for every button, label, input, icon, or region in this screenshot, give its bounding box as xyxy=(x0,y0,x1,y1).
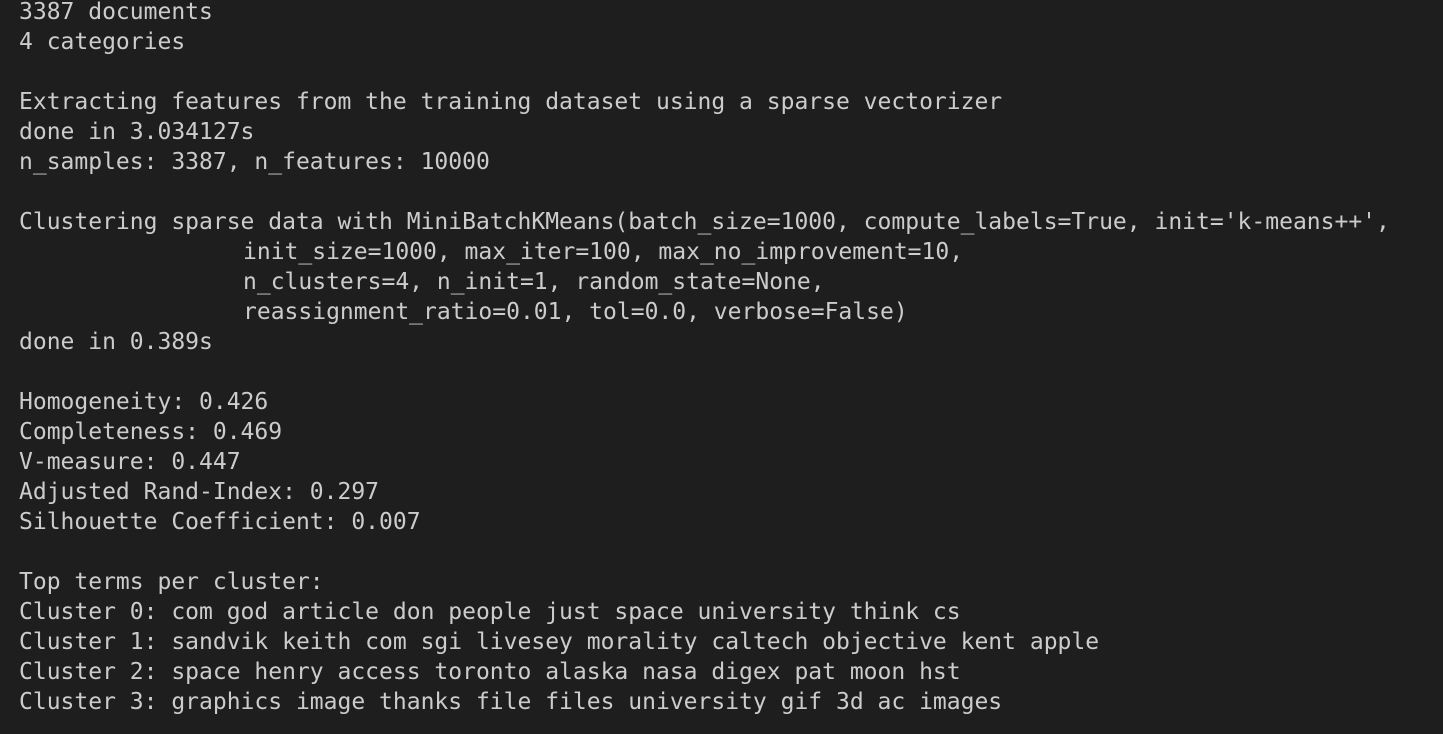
cluster-2-terms: Cluster 2: space henry access toronto al… xyxy=(19,659,961,685)
output-line-category-count: 4 categories xyxy=(19,29,186,55)
output-line-extracting-features: Extracting features from the training da… xyxy=(19,89,1003,115)
output-line-extract-timing: done in 3.034127s xyxy=(19,119,255,145)
output-line-clustering-model: Clustering sparse data with MiniBatchKMe… xyxy=(19,209,1390,235)
cluster-1-terms: Cluster 1: sandvik keith com sgi livesey… xyxy=(19,629,1100,655)
output-line-model-params: reassignment_ratio=0.01, tol=0.0, verbos… xyxy=(243,299,908,325)
metric-completeness: Completeness: 0.469 xyxy=(19,419,283,445)
console-output: 3387 documents 4 categories Extracting f… xyxy=(19,0,1443,717)
output-line-cluster-timing: done in 0.389s xyxy=(19,329,213,355)
output-line-blank xyxy=(19,57,1443,87)
output-line-blank xyxy=(19,177,1443,207)
output-line-blank xyxy=(19,537,1443,567)
output-line-top-terms-header: Top terms per cluster: xyxy=(19,569,324,595)
output-line-document-count: 3387 documents xyxy=(19,0,213,25)
metric-homogeneity: Homogeneity: 0.426 xyxy=(19,389,269,415)
output-line-blank xyxy=(19,357,1443,387)
output-line-model-params: init_size=1000, max_iter=100, max_no_imp… xyxy=(243,239,964,265)
output-line-model-params: n_clusters=4, n_init=1, random_state=Non… xyxy=(243,269,825,295)
cluster-0-terms: Cluster 0: com god article don people ju… xyxy=(19,599,961,625)
metric-v-measure: V-measure: 0.447 xyxy=(19,449,241,475)
metric-adjusted-rand-index: Adjusted Rand-Index: 0.297 xyxy=(19,479,380,505)
metric-silhouette-coefficient: Silhouette Coefficient: 0.007 xyxy=(19,509,421,535)
cluster-3-terms: Cluster 3: graphics image thanks file fi… xyxy=(19,689,1003,715)
terminal-output-panel[interactable]: 3387 documents 4 categories Extracting f… xyxy=(0,0,1443,734)
output-line-sample-shape: n_samples: 3387, n_features: 10000 xyxy=(19,149,490,175)
